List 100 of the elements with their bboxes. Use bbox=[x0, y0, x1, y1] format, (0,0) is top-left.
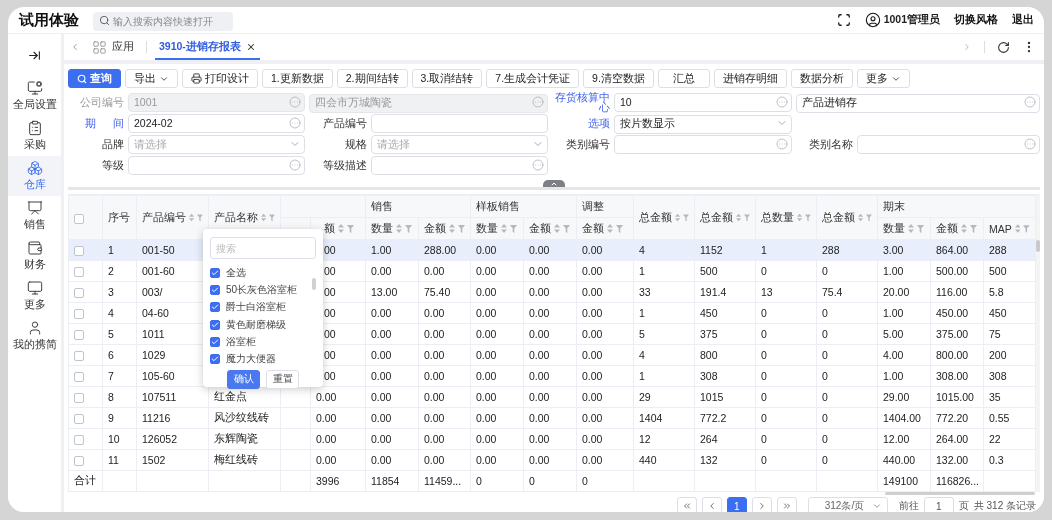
sidebar-item[interactable]: 全局设置 bbox=[8, 76, 61, 116]
last-page-button[interactable] bbox=[776, 497, 797, 512]
toolbar-button[interactable]: 汇总 bbox=[657, 69, 710, 88]
sidebar-item[interactable]: 销售 bbox=[8, 196, 61, 236]
filter-icon[interactable] bbox=[970, 224, 977, 233]
toolbar-button[interactable]: 7.生成会计凭证 bbox=[486, 69, 580, 88]
sort-icon[interactable] bbox=[501, 224, 507, 233]
sort-icon[interactable] bbox=[449, 224, 455, 233]
column-header[interactable]: 总数量 bbox=[755, 195, 817, 240]
user-menu[interactable]: 1001管理员 bbox=[864, 12, 940, 28]
sort-icon[interactable] bbox=[736, 213, 742, 222]
checkbox[interactable] bbox=[74, 414, 84, 425]
toolbar-button[interactable]: 3.取消结转 bbox=[411, 69, 483, 88]
column-header[interactable]: 产品编号 bbox=[136, 195, 209, 240]
toolbar-button[interactable]: 进销存明细 bbox=[713, 69, 787, 88]
search-field[interactable]: 输入搜索内容快速打开 bbox=[93, 11, 233, 31]
ellipsis-icon[interactable] bbox=[289, 116, 301, 129]
next-page-button[interactable] bbox=[751, 497, 772, 512]
input-field[interactable]: 10 bbox=[614, 92, 792, 112]
confirm-button[interactable]: 确认 bbox=[227, 369, 260, 389]
ellipsis-icon[interactable] bbox=[289, 95, 301, 108]
checkbox[interactable] bbox=[74, 213, 84, 224]
first-page-button[interactable] bbox=[676, 497, 697, 512]
column-header[interactable]: 序号 bbox=[102, 195, 137, 240]
sidebar-item[interactable]: 仓库 bbox=[8, 156, 61, 196]
input-field[interactable] bbox=[614, 134, 792, 154]
input-field[interactable] bbox=[857, 134, 1040, 154]
checkbox[interactable] bbox=[74, 246, 84, 257]
checkbox[interactable] bbox=[74, 330, 84, 341]
ellipsis-icon[interactable] bbox=[776, 137, 788, 150]
checkbox[interactable] bbox=[74, 435, 84, 446]
sort-icon[interactable] bbox=[261, 213, 267, 222]
toolbar-button[interactable]: 2.期间结转 bbox=[336, 69, 408, 88]
sort-icon[interactable] bbox=[338, 224, 344, 233]
sort-icon[interactable] bbox=[858, 213, 864, 222]
checkbox[interactable] bbox=[74, 288, 84, 299]
ellipsis-icon[interactable] bbox=[532, 158, 544, 171]
table-row[interactable]: 10 126052 东辉陶瓷 0.00 0.00 0.00 0.00 0.00 0.00 12 264 0 0 12.00 264.00 22 bbox=[68, 428, 1036, 450]
filter-icon[interactable] bbox=[563, 224, 570, 233]
sort-icon[interactable] bbox=[607, 224, 613, 233]
refresh-icon[interactable] bbox=[997, 40, 1010, 54]
table-row[interactable]: 8 107511 红金点 0.00 0.00 0.00 0.00 0.00 0.00 29 1015 0 0 29.00 1015.00 35 bbox=[68, 386, 1036, 408]
sidebar-item[interactable]: 我的携简 bbox=[8, 316, 61, 356]
field-label[interactable]: 期 间 bbox=[68, 117, 124, 128]
checkbox[interactable] bbox=[210, 336, 220, 347]
field-label[interactable]: 存货核算中心 bbox=[552, 92, 610, 112]
close-icon[interactable] bbox=[245, 42, 256, 52]
toolbar-button[interactable]: 数据分析 bbox=[790, 69, 853, 88]
checkbox[interactable] bbox=[74, 393, 84, 404]
ellipsis-icon[interactable] bbox=[289, 158, 301, 171]
filter-icon[interactable] bbox=[269, 213, 275, 222]
sidebar-item[interactable]: 财务 bbox=[8, 236, 61, 276]
search-field[interactable]: 搜索 bbox=[210, 237, 316, 259]
option-label[interactable]: 爵士白浴室柜 bbox=[226, 300, 286, 315]
sort-icon[interactable] bbox=[396, 224, 402, 233]
sidebar-item[interactable]: 采购 bbox=[8, 116, 61, 156]
filter-icon[interactable] bbox=[347, 224, 354, 233]
scroll-left-icon[interactable] bbox=[70, 42, 80, 52]
filter-icon[interactable] bbox=[510, 224, 517, 233]
sidebar-item[interactable]: 更多 bbox=[8, 276, 61, 316]
sort-icon[interactable] bbox=[1014, 224, 1021, 233]
checkbox[interactable] bbox=[210, 354, 220, 365]
filter-icon[interactable] bbox=[866, 213, 872, 222]
sort-icon[interactable] bbox=[554, 224, 560, 233]
table-row[interactable]: 11 1502 梅红线砖 0.00 0.00 0.00 0.00 0.00 0.00 440 132 0 0 440.00 132.00 0.3 bbox=[68, 449, 1036, 471]
sort-icon[interactable] bbox=[797, 213, 803, 222]
reset-button[interactable]: 重置 bbox=[266, 369, 299, 389]
sort-icon[interactable] bbox=[908, 224, 914, 233]
checkbox[interactable] bbox=[210, 302, 220, 313]
ellipsis-icon[interactable] bbox=[532, 95, 544, 108]
toolbar-button[interactable]: 查询 bbox=[68, 69, 121, 88]
ellipsis-icon[interactable] bbox=[1024, 137, 1036, 150]
toolbar-button[interactable]: 9.清空数据 bbox=[583, 69, 654, 88]
fullscreen-icon[interactable] bbox=[836, 13, 851, 27]
select-field[interactable]: 请选择 bbox=[371, 134, 548, 154]
page-size-select[interactable]: 312条/页 bbox=[807, 497, 888, 512]
filter-icon[interactable] bbox=[616, 224, 623, 233]
checkbox[interactable] bbox=[74, 351, 84, 362]
filter-icon[interactable] bbox=[683, 213, 689, 222]
input-field[interactable] bbox=[371, 113, 548, 133]
input-field[interactable] bbox=[128, 155, 305, 175]
filter-icon[interactable] bbox=[405, 224, 412, 233]
ellipsis-icon[interactable] bbox=[776, 95, 788, 108]
tab[interactable]: 3910-进销存报表 bbox=[155, 34, 260, 60]
select-field[interactable]: 按片数显示 bbox=[614, 114, 792, 134]
ellipsis-icon[interactable] bbox=[1024, 95, 1036, 108]
table-row[interactable]: 9 11216 风沙纹线砖 0.00 0.00 0.00 0.00 0.00 0.00 1404 772.2 0 0 1404.00 772.20 0.55 bbox=[68, 407, 1036, 429]
input-field[interactable]: 2024-02 bbox=[128, 113, 305, 133]
column-header[interactable]: 总金额 bbox=[694, 195, 756, 240]
toolbar-button[interactable]: 打印设计 bbox=[182, 69, 258, 88]
option-label[interactable]: 50长灰色浴室柜 bbox=[226, 282, 298, 297]
toolbar-button[interactable]: 1.更新数据 bbox=[262, 69, 333, 88]
filter-icon[interactable] bbox=[744, 213, 750, 222]
checkbox[interactable] bbox=[74, 267, 84, 278]
column-header[interactable]: 总金额 bbox=[816, 195, 878, 240]
field-label[interactable]: 选项 bbox=[552, 117, 610, 128]
input-field[interactable] bbox=[371, 155, 548, 175]
page-input[interactable]: 1 bbox=[923, 497, 954, 512]
header-link[interactable]: 退出 bbox=[1012, 13, 1034, 27]
sort-icon[interactable] bbox=[675, 213, 681, 222]
